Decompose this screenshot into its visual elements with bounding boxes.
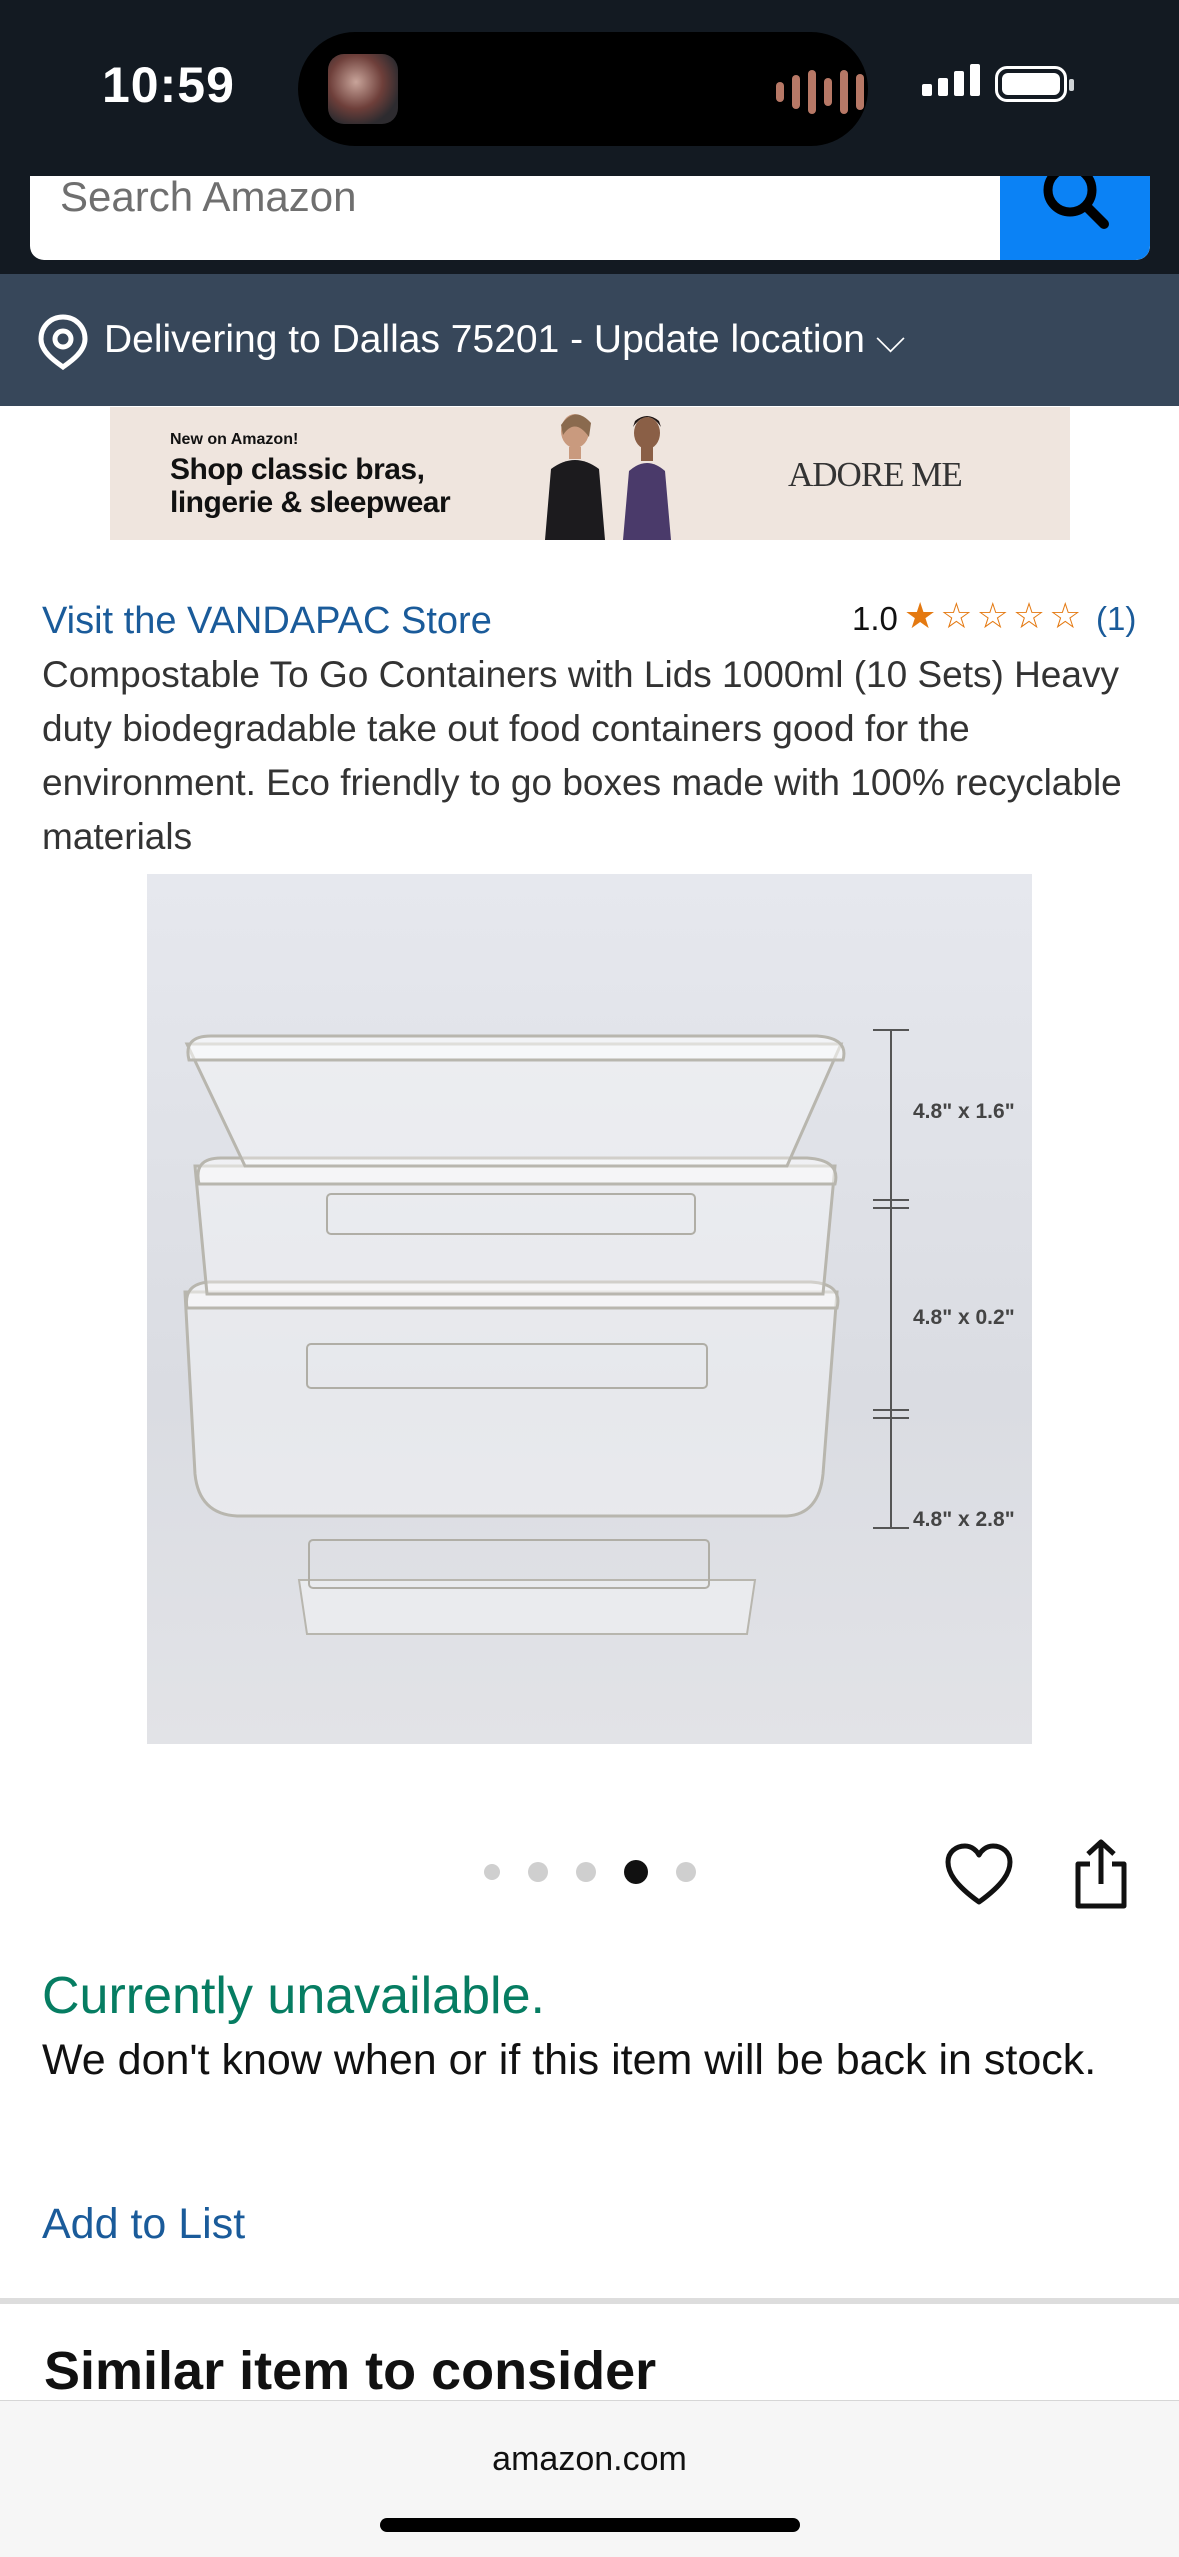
share-button[interactable]: [1068, 1838, 1134, 1910]
dynamic-island[interactable]: [298, 32, 868, 146]
star-rating[interactable]: ★ ☆ ☆ ☆ ☆: [904, 598, 1081, 634]
star-empty-icon: ☆: [1012, 595, 1046, 636]
carousel-dot-active[interactable]: [624, 1860, 648, 1884]
now-playing-artwork: [328, 54, 398, 124]
carousel-dot[interactable]: [576, 1862, 596, 1882]
ad-headline-line-1: Shop classic bras,: [170, 453, 425, 486]
star-filled-icon: ★: [904, 595, 937, 636]
visit-store-link[interactable]: Visit the VANDAPAC Store: [42, 600, 492, 643]
similar-items-heading: Similar item to consider: [44, 2341, 657, 2401]
ad-tagline: New on Amazon!: [170, 431, 299, 448]
product-image[interactable]: 4.8" x 1.6" 4.8" x 0.2" 4.8" x 2.8": [147, 874, 1032, 1744]
ad-model-image: [545, 414, 671, 540]
share-icon: [1075, 1839, 1127, 1909]
product-title: Compostable To Go Containers with Lids 1…: [42, 654, 1122, 857]
availability-status: Currently unavailable.: [42, 1967, 545, 2025]
carousel-dot[interactable]: [484, 1864, 500, 1880]
review-count-link[interactable]: (1): [1096, 600, 1136, 638]
add-to-wishlist-button[interactable]: [944, 1842, 1014, 1908]
search-input[interactable]: [60, 176, 1010, 218]
dimension-label: 4.8" x 0.2": [913, 1306, 1015, 1329]
heart-icon: [945, 1843, 1013, 1905]
image-carousel-indicator[interactable]: [484, 1860, 696, 1884]
star-empty-icon: ☆: [940, 595, 973, 636]
ad-headline-line-2: lingerie & sleepwear: [170, 486, 451, 519]
carousel-dot[interactable]: [676, 1862, 696, 1882]
dimension-label: 4.8" x 1.6": [913, 1100, 1015, 1123]
dimension-label: 4.8" x 2.8": [913, 1508, 1015, 1531]
location-pin-icon: [38, 314, 88, 370]
section-divider: [0, 2298, 1179, 2304]
browser-url[interactable]: amazon.com: [0, 2440, 1179, 2479]
star-empty-icon: ☆: [1049, 595, 1082, 636]
audio-waveform-icon: [776, 70, 864, 114]
containers-illustration: [183, 1029, 909, 1635]
star-empty-icon: ☆: [976, 595, 1009, 636]
home-indicator[interactable]: [380, 2518, 800, 2532]
rating-value: 1.0: [852, 600, 898, 637]
delivery-location-text[interactable]: Delivering to Dallas 75201 - Update loca…: [104, 318, 905, 362]
search-icon: [1043, 176, 1109, 229]
availability-message: We don't know when or if this item will …: [42, 2036, 1097, 2084]
status-time: 10:59: [102, 57, 235, 113]
search-bar: [30, 176, 1150, 260]
add-to-list-link[interactable]: Add to List: [42, 2200, 245, 2249]
ad-brand-logo: ADORE ME: [788, 455, 963, 494]
sponsored-ad-banner[interactable]: New on Amazon! Shop classic bras, linger…: [110, 407, 1070, 540]
cellular-signal-icon: [922, 64, 980, 96]
search-button[interactable]: [1000, 176, 1150, 260]
battery-icon: [995, 66, 1074, 102]
ad-headline: Shop classic bras, lingerie & sleepwear: [170, 453, 451, 519]
carousel-dot[interactable]: [528, 1862, 548, 1882]
